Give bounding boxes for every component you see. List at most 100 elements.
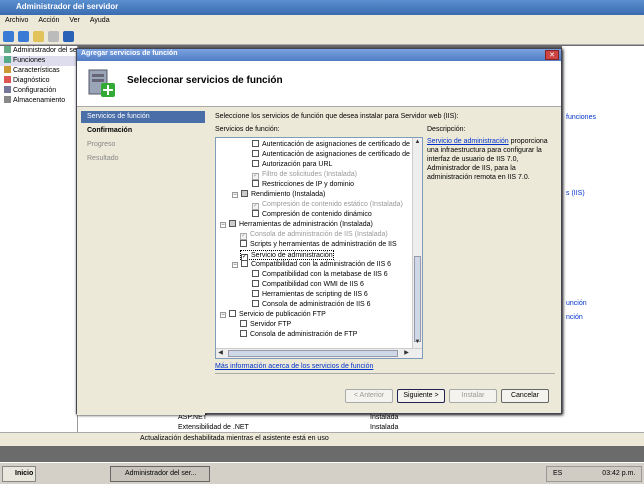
service-group[interactable]: − Rendimiento (Instalada) — [232, 190, 325, 200]
scroll-up-icon[interactable]: ▲ — [413, 138, 422, 147]
horizontal-scrollbar[interactable]: ◀ ▶ — [216, 348, 422, 358]
vertical-scrollbar[interactable]: ▲ ▼ — [412, 138, 422, 348]
service-item[interactable]: Herramientas de scripting de IIS 6 — [252, 290, 368, 300]
service-item[interactable]: Consola de administración de IIS 6 — [252, 300, 371, 310]
clock: 03:42 p.m. — [602, 470, 636, 477]
checkbox[interactable] — [229, 310, 236, 317]
scroll-down-icon[interactable]: ▼ — [413, 338, 422, 347]
diagnostics-icon — [4, 76, 11, 83]
service-item[interactable]: Compatibilidad con la metabase de IIS 6 — [252, 270, 388, 280]
menu-accion[interactable]: Acción — [33, 15, 64, 26]
role-services-icon — [88, 69, 115, 97]
folder-up-icon[interactable] — [33, 31, 44, 42]
dialog-header: Seleccionar servicios de función — [77, 61, 561, 107]
service-item[interactable]: Autorización para URL — [252, 160, 332, 170]
cancel-button[interactable]: Cancelar — [501, 389, 549, 403]
tree-caracteristicas[interactable]: Características — [0, 66, 77, 76]
checkbox[interactable] — [240, 330, 247, 337]
language-indicator[interactable]: ES — [553, 470, 562, 477]
close-button[interactable]: ✕ — [545, 50, 559, 60]
navigation-tree: Administrador del se Funciones Caracterí… — [0, 46, 78, 432]
scroll-thumb[interactable] — [228, 350, 398, 357]
checkbox[interactable] — [241, 190, 248, 197]
scroll-thumb[interactable] — [414, 256, 421, 342]
list-item-name: ASP.NET — [178, 414, 208, 421]
tree-root[interactable]: Administrador del se — [0, 46, 77, 56]
collapse-toggle[interactable]: − — [232, 192, 238, 198]
step-progreso: Progreso — [87, 141, 116, 148]
service-item[interactable]: Servidor FTP — [240, 320, 291, 330]
collapse-toggle[interactable]: − — [220, 312, 226, 318]
service-item[interactable]: Compatibilidad con WMI de IIS 6 — [252, 280, 364, 290]
step-servicios[interactable]: Servicios de función — [81, 111, 205, 123]
checkbox[interactable] — [252, 180, 259, 187]
next-button[interactable]: Siguiente > — [397, 389, 445, 403]
service-item[interactable]: Autenticación de asignaciones de certifi… — [252, 150, 416, 160]
help-icon[interactable] — [63, 31, 74, 42]
taskbar: Inicio Administrador del ser... ES 03:42… — [0, 462, 644, 484]
window-title: Administrador del servidor — [16, 2, 119, 11]
toolbar — [0, 29, 644, 45]
right-link-funcion-1[interactable]: unción — [566, 300, 587, 307]
forward-icon[interactable] — [18, 31, 29, 42]
service-item[interactable]: Autenticación de asignaciones de certifi… — [252, 140, 415, 150]
right-link-iis[interactable]: s (IIS) — [566, 190, 585, 197]
description-link[interactable]: Servicio de administración — [427, 138, 509, 145]
service-item: Filtro de solicitudes (Instalada) — [252, 170, 357, 180]
view-icon[interactable] — [48, 31, 59, 42]
checkbox[interactable] — [252, 270, 259, 277]
install-button[interactable]: Instalar — [449, 389, 497, 403]
collapse-toggle[interactable]: − — [232, 262, 238, 268]
page-title: Seleccionar servicios de función — [127, 75, 283, 86]
role-services-tree: Autenticación de asignaciones de certifi… — [215, 137, 423, 359]
more-info-link[interactable]: Más información acerca de los servicios … — [215, 363, 373, 370]
system-tray: ES 03:42 p.m. — [546, 466, 642, 482]
service-item: Consola de administración de IIS (Instal… — [240, 230, 388, 240]
service-group[interactable]: − Servicio de publicación FTP — [220, 310, 326, 320]
service-item-selected[interactable]: Servicio de administración — [240, 250, 334, 261]
menu-ayuda[interactable]: Ayuda — [85, 15, 115, 26]
service-item[interactable]: Restricciones de IP y dominio — [252, 180, 354, 190]
checkbox[interactable] — [252, 210, 259, 217]
scroll-left-icon[interactable]: ◀ — [216, 349, 225, 358]
previous-button[interactable]: < Anterior — [345, 389, 393, 403]
checkbox[interactable] — [252, 290, 259, 297]
step-resultado: Resultado — [87, 155, 119, 162]
service-group[interactable]: − Herramientas de administración (Instala… — [220, 220, 373, 230]
collapse-toggle[interactable]: − — [220, 222, 226, 228]
service-item[interactable]: Scripts y herramientas de administración… — [240, 240, 397, 250]
dialog-title: Agregar servicios de función — [81, 50, 178, 57]
description-text: Servicio de administración proporciona u… — [427, 138, 548, 181]
taskbar-app-button[interactable]: Administrador del ser... — [110, 466, 210, 482]
back-icon[interactable] — [3, 31, 14, 42]
service-item[interactable]: Compresión de contenido dinámico — [252, 210, 372, 220]
checkbox[interactable] — [241, 260, 248, 267]
roles-icon — [4, 56, 11, 63]
list-item-name: Extensibilidad de .NET — [178, 424, 249, 431]
service-group[interactable]: − Compatibilidad con la administración de… — [232, 260, 391, 270]
checkbox[interactable] — [252, 300, 259, 307]
checkbox[interactable] — [252, 280, 259, 287]
menu-archivo[interactable]: Archivo — [0, 15, 33, 26]
checkbox[interactable] — [252, 150, 259, 157]
service-item[interactable]: Consola de administración de FTP — [240, 330, 357, 340]
scroll-right-icon[interactable]: ▶ — [402, 349, 411, 358]
checkbox[interactable] — [240, 320, 247, 327]
checkbox[interactable] — [252, 160, 259, 167]
right-link-funcion-2[interactable]: nción — [566, 314, 583, 321]
right-link-funciones[interactable]: funciones — [566, 114, 596, 121]
main-window-title-bar: Administrador del servidor — [0, 0, 644, 15]
checkbox[interactable] — [229, 220, 236, 227]
tree-configuracion[interactable]: Configuración — [0, 86, 77, 96]
menu-ver[interactable]: Ver — [64, 15, 85, 26]
tree-funciones[interactable]: Funciones — [0, 56, 77, 66]
tree-diagnostico[interactable]: Diagnóstico — [0, 76, 77, 86]
start-button[interactable]: Inicio — [2, 466, 36, 482]
step-confirmacion[interactable]: Confirmación — [81, 125, 205, 137]
checkbox — [252, 173, 259, 180]
checkbox[interactable] — [240, 240, 247, 247]
checkbox[interactable] — [252, 140, 259, 147]
description-label: Descripción: — [427, 126, 466, 133]
list-item-state: Instalada — [370, 414, 399, 421]
tree-almacenamiento[interactable]: Almacenamiento — [0, 96, 77, 106]
